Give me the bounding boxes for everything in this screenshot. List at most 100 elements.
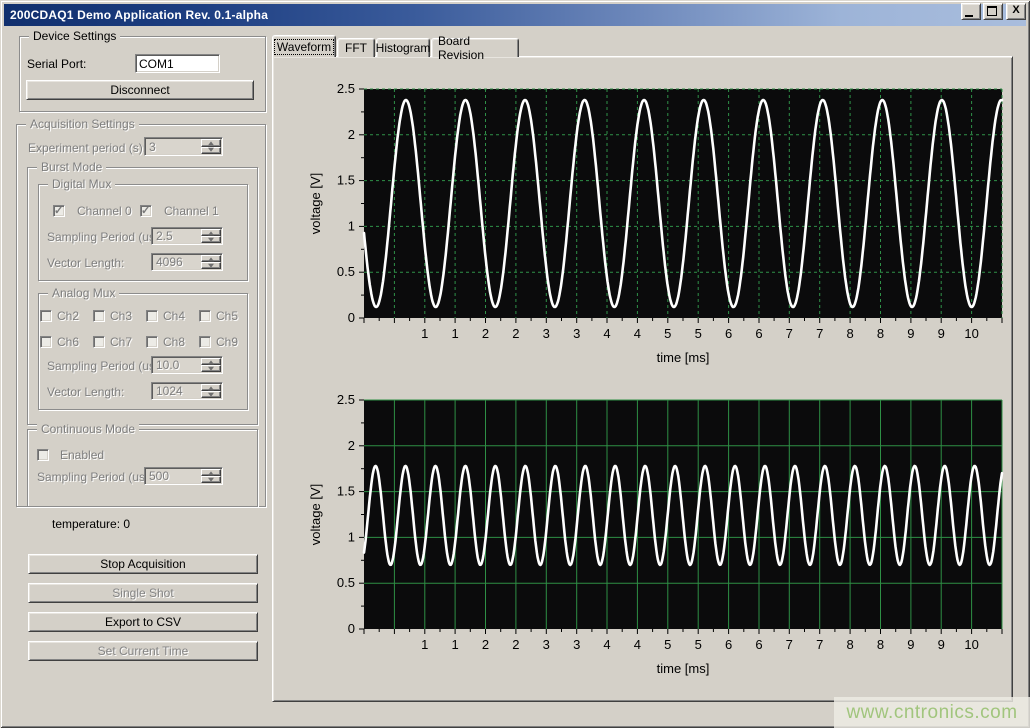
checkbox-ch6 [40, 336, 52, 348]
svg-text:2: 2 [482, 637, 489, 652]
watermark: www.cntronics.com [834, 697, 1030, 728]
checkbox-ch5 [199, 310, 211, 322]
continuous-mode-title: Continuous Mode [37, 422, 139, 436]
svg-text:2.5: 2.5 [337, 81, 355, 96]
svg-text:8: 8 [877, 326, 884, 341]
maximize-button[interactable] [983, 3, 1003, 20]
spin-up-icon [201, 384, 221, 391]
spin-up-icon [201, 229, 221, 236]
continuous-mode-group: Continuous Mode [27, 429, 258, 507]
set-current-time-button: Set Current Time [28, 641, 258, 661]
svg-text:1: 1 [421, 326, 428, 341]
tab-waveform[interactable]: Waveform [272, 35, 336, 57]
channel-1-label: Channel 1 [164, 204, 219, 218]
svg-text:time [ms]: time [ms] [657, 350, 710, 365]
checkbox-ch8 [146, 336, 158, 348]
digital-mux-title: Digital Mux [48, 177, 115, 191]
device-settings-title: Device Settings [29, 29, 120, 43]
digital-sampling-period-label: Sampling Period (us): [47, 230, 162, 244]
svg-text:7: 7 [816, 637, 823, 652]
svg-text:6: 6 [755, 326, 762, 341]
stop-acquisition-button[interactable]: Stop Acquisition [28, 554, 258, 574]
acquisition-settings-title: Acquisition Settings [26, 117, 139, 131]
svg-text:time [ms]: time [ms] [657, 661, 710, 676]
analog-sampling-period-spinner: 10.0 [151, 356, 223, 374]
channel-0-label: Channel 0 [77, 204, 132, 218]
spin-up-icon [201, 139, 221, 147]
close-button[interactable]: X [1006, 3, 1026, 20]
svg-text:0.5: 0.5 [337, 264, 355, 279]
checkbox-channel-0: ✓ [53, 205, 65, 217]
svg-text:1: 1 [451, 637, 458, 652]
digital-vector-length-label: Vector Length: [47, 256, 124, 270]
svg-text:1: 1 [348, 218, 355, 233]
serial-port-input[interactable] [135, 54, 220, 73]
checkbox-ch4 [146, 310, 158, 322]
svg-text:4: 4 [634, 637, 641, 652]
analog-vector-length-label: Vector Length: [47, 385, 124, 399]
spin-down-icon [201, 476, 221, 483]
svg-text:6: 6 [725, 637, 732, 652]
svg-text:3: 3 [543, 326, 550, 341]
digital-vector-length-spinner: 4096 [151, 253, 223, 271]
svg-text:10: 10 [964, 326, 978, 341]
checkbox-continuous-enabled [37, 449, 49, 461]
svg-text:voltage [V]: voltage [V] [308, 484, 323, 545]
serial-port-label: Serial Port: [27, 57, 86, 71]
ch3-label: Ch3 [110, 309, 132, 323]
spin-down-icon [201, 391, 221, 398]
svg-text:5: 5 [695, 637, 702, 652]
minimize-icon [965, 15, 973, 17]
ch6-label: Ch6 [57, 335, 79, 349]
tab-histogram[interactable]: Histogram [376, 38, 430, 57]
svg-text:4: 4 [634, 326, 641, 341]
checkbox-ch7 [93, 336, 105, 348]
svg-text:8: 8 [877, 637, 884, 652]
spin-up-icon [201, 358, 221, 365]
ch5-label: Ch5 [216, 309, 238, 323]
svg-text:8: 8 [846, 637, 853, 652]
svg-text:voltage [V]: voltage [V] [308, 173, 323, 234]
spin-up-icon [201, 469, 221, 476]
maximize-icon [987, 6, 997, 16]
svg-text:6: 6 [725, 326, 732, 341]
minimize-button[interactable] [961, 3, 981, 20]
svg-text:3: 3 [573, 637, 580, 652]
svg-text:0: 0 [348, 621, 355, 636]
ch9-label: Ch9 [216, 335, 238, 349]
spin-down-icon [201, 147, 221, 155]
svg-text:7: 7 [816, 326, 823, 341]
continuous-enabled-label: Enabled [60, 448, 104, 462]
waveform-plot-bottom: 1122334455667788991000.511.522.5time [ms… [280, 373, 1013, 683]
svg-text:7: 7 [786, 637, 793, 652]
svg-text:4: 4 [603, 326, 610, 341]
continuous-sampling-period-label: Sampling Period (us): [37, 470, 152, 484]
svg-text:2: 2 [348, 438, 355, 453]
svg-text:10: 10 [964, 637, 978, 652]
spinner-buttons [201, 139, 221, 154]
svg-text:1: 1 [348, 529, 355, 544]
checkbox-ch9 [199, 336, 211, 348]
window-controls: X [961, 3, 1026, 20]
svg-text:9: 9 [907, 637, 914, 652]
svg-text:0: 0 [348, 310, 355, 325]
svg-text:2: 2 [482, 326, 489, 341]
svg-text:1: 1 [451, 326, 458, 341]
ch7-label: Ch7 [110, 335, 132, 349]
svg-text:2.5: 2.5 [337, 392, 355, 407]
app-window: 200CDAQ1 Demo Application Rev. 0.1-alpha… [0, 0, 1030, 728]
tab-fft[interactable]: FFT [337, 38, 375, 57]
temperature-readout: temperature: 0 [52, 517, 130, 531]
export-to-csv-button[interactable]: Export to CSV [28, 612, 258, 632]
analog-sampling-period-label: Sampling Period (us): [47, 359, 162, 373]
svg-text:2: 2 [512, 637, 519, 652]
svg-text:2: 2 [512, 326, 519, 341]
ch4-label: Ch4 [163, 309, 185, 323]
svg-text:8: 8 [846, 326, 853, 341]
tab-board-revision[interactable]: Board Revision [431, 38, 519, 57]
svg-text:1.5: 1.5 [337, 484, 355, 499]
window-title: 200CDAQ1 Demo Application Rev. 0.1-alpha [10, 8, 268, 22]
analog-mux-title: Analog Mux [48, 286, 119, 300]
disconnect-button[interactable]: Disconnect [26, 80, 254, 100]
svg-text:2: 2 [348, 127, 355, 142]
